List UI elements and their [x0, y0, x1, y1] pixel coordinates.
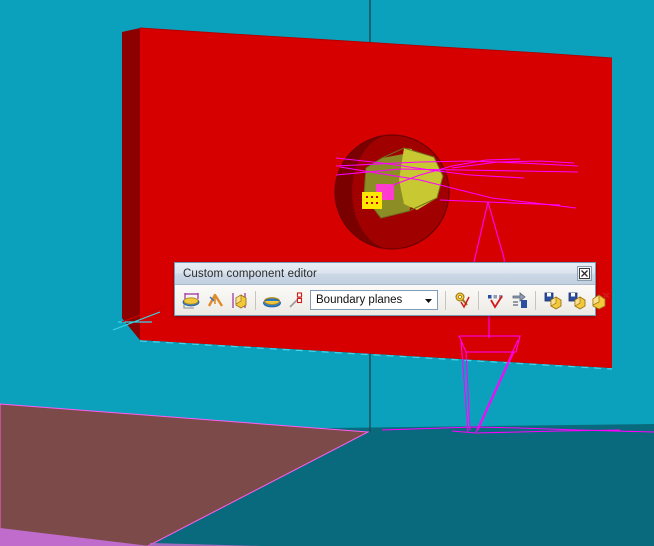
reference-line-icon[interactable]: [284, 288, 308, 312]
save-box-alt-icon[interactable]: [564, 288, 588, 312]
reference-plane-glyph: [262, 296, 281, 307]
custom-component-editor-dialog[interactable]: Custom component editor Boundary planes: [174, 262, 610, 316]
yellow-node-marker[interactable]: [362, 192, 382, 209]
construction-circle-icon[interactable]: [227, 288, 251, 312]
construction-plane-icon[interactable]: [179, 288, 203, 312]
bind-variable-glyph: [455, 292, 470, 309]
dialog-title: Custom component editor: [183, 267, 317, 280]
save-box-icon[interactable]: [540, 288, 564, 312]
check-points-icon[interactable]: [483, 288, 507, 312]
dialog-titlebar[interactable]: Custom component editor: [175, 263, 595, 285]
reference-line-glyph: [288, 291, 303, 308]
toolbar-separator-1: [255, 290, 256, 310]
construction-circle-glyph: [231, 292, 246, 309]
reference-plane-icon[interactable]: [260, 288, 284, 312]
construction-plane-glyph: [182, 292, 199, 309]
save-box-alt-glyph: [568, 292, 585, 310]
dialog-toolbar[interactable]: Boundary planes: [175, 285, 610, 315]
toolbar-separator-3: [478, 290, 479, 310]
delete-box-glyph: [592, 291, 610, 310]
delete-box-icon[interactable]: [588, 288, 612, 312]
construction-line-glyph: [207, 293, 223, 307]
toolbar-separator-4: [535, 290, 536, 310]
close-box-icon[interactable]: [577, 266, 592, 281]
display-mode-dropdown[interactable]: Boundary planes: [310, 290, 438, 310]
apply-direction-icon[interactable]: [507, 288, 531, 312]
check-points-glyph: [487, 294, 503, 309]
chevron-down-glyph: [425, 298, 432, 303]
slab-left-face: [122, 28, 140, 340]
save-box-glyph: [544, 292, 561, 310]
construction-line-icon[interactable]: [203, 288, 227, 312]
close-icon-glyph: [579, 268, 590, 279]
display-mode-dropdown-value: Boundary planes: [316, 294, 403, 306]
application-root: Custom component editor Boundary planes: [0, 0, 654, 546]
chevron-down-icon[interactable]: [420, 291, 437, 309]
toolbar-separator-2: [445, 290, 446, 310]
apply-direction-glyph: [512, 291, 527, 308]
bind-variable-icon[interactable]: [450, 288, 474, 312]
